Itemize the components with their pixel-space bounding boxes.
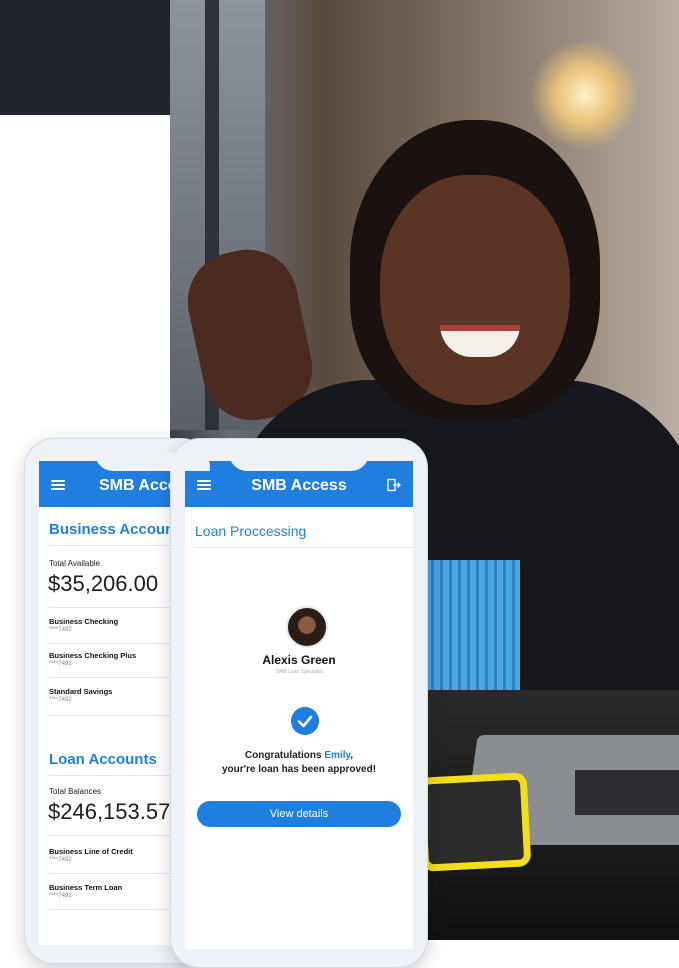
logout-icon[interactable] — [387, 478, 401, 492]
phone-mockup-loan: SMB Access Loan Proccessing Alexis Green… — [170, 438, 428, 968]
account-name[interactable]: Business Checking — [49, 617, 118, 626]
phone-notch — [229, 453, 369, 471]
divider — [195, 547, 413, 548]
account-number: ****7492 — [49, 661, 72, 667]
specialist-role: SMB Loan Specialist — [275, 669, 323, 675]
approval-message: Congratulations Emily, your're loan has … — [185, 749, 413, 777]
account-name[interactable]: Business Checking Plus — [49, 651, 136, 660]
phone-screen: SMB Access Loan Proccessing Alexis Green… — [185, 461, 413, 949]
account-number: ****7492 — [49, 697, 72, 703]
account-number: ****7492 — [49, 627, 72, 633]
loan-processing-heading: Loan Proccessing — [195, 523, 307, 539]
loan-number: ****7492 — [49, 857, 72, 863]
total-balances-label: Total Balances — [49, 787, 102, 796]
message-prefix: Congratulations — [244, 750, 325, 761]
yellow-phone — [417, 772, 532, 872]
check-circle-icon — [291, 707, 319, 735]
app-title: SMB Access — [251, 477, 347, 494]
view-details-button[interactable]: View details — [197, 801, 401, 827]
loan-name[interactable]: Business Line of Credit — [49, 847, 133, 856]
total-balances-value: $246,153.57 — [48, 799, 171, 824]
business-accounts-heading: Business Accounts — [49, 521, 188, 538]
approval-line-2: your're loan has been approved! — [221, 764, 377, 775]
approval-line-1: Congratulations Emily, — [185, 749, 413, 763]
hamburger-menu-icon[interactable] — [51, 480, 65, 490]
total-available-value: $35,206.00 — [48, 571, 159, 596]
specialist-name: Alexis Green — [262, 653, 336, 667]
message-suffix: , — [350, 750, 354, 761]
pendant-light — [530, 40, 640, 150]
customer-name: Emily — [324, 750, 351, 761]
laptop-keyboard — [575, 770, 679, 815]
phone-notch — [95, 453, 210, 471]
loan-accounts-heading: Loan Accounts — [49, 751, 157, 768]
loan-name[interactable]: Business Term Loan — [49, 883, 122, 892]
blue-top — [425, 560, 520, 700]
face — [380, 175, 570, 405]
loan-number: ****7492 — [49, 893, 72, 899]
specialist-avatar — [286, 606, 328, 648]
account-name[interactable]: Standard Savings — [49, 687, 112, 696]
total-available-label: Total Available — [49, 559, 100, 568]
